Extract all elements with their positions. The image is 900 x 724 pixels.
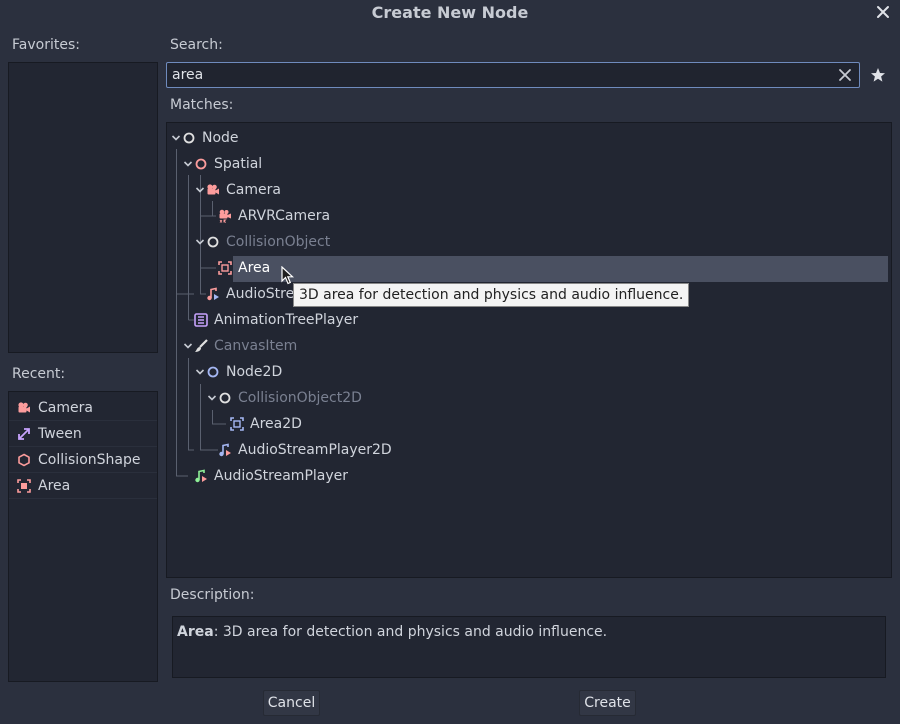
recent-item-label: CollisionShape — [38, 451, 141, 468]
node2d-icon — [207, 366, 219, 378]
recent-item-area[interactable]: Area — [9, 473, 157, 499]
dialog-title: Create New Node — [371, 3, 529, 22]
close-icon — [877, 6, 889, 18]
tree-row-label: AnimationTreePlayer — [214, 312, 359, 328]
recent-label: Recent: — [12, 366, 66, 382]
recent-item-label: Area — [38, 477, 71, 494]
recent-item-camera[interactable]: Camera — [9, 395, 157, 421]
area-icon — [218, 261, 232, 275]
chevron-down-icon[interactable] — [194, 184, 206, 196]
tree-row-canvasitem[interactable]: CanvasItem — [182, 333, 297, 359]
spatial-icon — [195, 158, 207, 170]
search-input[interactable] — [172, 63, 812, 87]
tween-icon — [18, 427, 30, 440]
create-button[interactable]: Create — [579, 690, 636, 716]
camera-icon — [207, 184, 219, 195]
collision-object-icon — [207, 236, 219, 248]
collision-shape-icon — [18, 453, 30, 466]
tree-row-label: AudioStreamPlayer — [214, 468, 349, 484]
canvas-item-icon — [195, 339, 208, 352]
clear-search-icon[interactable] — [837, 67, 853, 83]
area2d-icon — [230, 417, 244, 431]
tree-row-audiostreamplayer[interactable]: AudioStreamPlayer — [194, 463, 348, 489]
favorite-toggle-button[interactable] — [869, 66, 887, 84]
recent-item-label: Tween — [38, 425, 82, 442]
star-icon — [871, 68, 885, 82]
tree-row-spatial[interactable]: Spatial — [182, 151, 262, 177]
selected-row-highlight — [233, 256, 888, 282]
favorites-label: Favorites: — [12, 37, 80, 53]
tree-row-camera[interactable]: Camera — [194, 177, 281, 203]
recent-item-tween[interactable]: Tween — [9, 421, 157, 447]
audio-stream-player-3d-icon — [207, 287, 219, 301]
tree-row-node[interactable]: Node — [170, 125, 239, 151]
tree-row-collisionobject[interactable]: CollisionObject — [194, 229, 330, 255]
tree-row-label: CanvasItem — [214, 338, 298, 354]
node-icon — [183, 132, 195, 144]
description-box: Area: 3D area for detection and physics … — [172, 616, 886, 678]
tree-row-label: Area — [238, 260, 271, 276]
tree-row-label: Camera — [226, 182, 281, 198]
tree-row-label: Node2D — [226, 364, 283, 380]
recent-list[interactable]: Camera Tween CollisionShape Area — [8, 391, 158, 682]
tree-row-audiostreamplayer2d[interactable]: AudioStreamPlayer2D — [218, 437, 392, 463]
area-icon — [17, 478, 31, 493]
description-label: Description: — [170, 587, 255, 603]
chevron-down-icon[interactable] — [170, 132, 182, 144]
tree-row-animationtreeplayer[interactable]: AnimationTreePlayer — [194, 307, 358, 333]
cancel-button[interactable]: Cancel — [263, 690, 320, 716]
tree-row-label: AudioStreamPlayer2D — [238, 442, 392, 458]
collision-object-2d-icon — [219, 392, 231, 404]
tree-row-label: Node — [202, 130, 239, 146]
search-label: Search: — [170, 37, 223, 53]
chevron-down-icon[interactable] — [194, 236, 206, 248]
tree-row-area2d[interactable]: Area2D — [230, 411, 302, 437]
chevron-down-icon[interactable] — [206, 392, 218, 404]
tree-row-label: Spatial — [214, 156, 263, 172]
favorites-list[interactable] — [8, 62, 158, 353]
recent-item-collisionshape[interactable]: CollisionShape — [9, 447, 157, 473]
arvr-camera-icon — [219, 209, 231, 223]
close-button[interactable] — [872, 1, 894, 23]
description-node-name: Area — [177, 624, 214, 640]
chevron-down-icon[interactable] — [194, 366, 206, 378]
chevron-down-icon[interactable] — [182, 340, 194, 352]
tree-row-label: Area2D — [250, 416, 302, 432]
search-field[interactable] — [166, 62, 860, 88]
tree-row-label: ARVRCamera — [238, 208, 331, 224]
tooltip: 3D area for detection and physics and au… — [293, 283, 690, 307]
tree-row-arvrcamera[interactable]: ARVRCamera — [218, 203, 330, 229]
audio-stream-player-2d-icon — [219, 443, 231, 457]
audio-stream-player-icon — [195, 469, 207, 483]
tree-row-label: CollisionObject — [226, 234, 331, 250]
chevron-down-icon[interactable] — [182, 158, 194, 170]
matches-label: Matches: — [170, 97, 234, 113]
tree-row-collisionobject2d[interactable]: CollisionObject2D — [206, 385, 362, 411]
recent-item-label: Camera — [38, 399, 93, 416]
tree-row-node2d[interactable]: Node2D — [194, 359, 282, 385]
tree-row-area[interactable]: Area — [218, 255, 270, 281]
animation-tree-player-icon — [194, 313, 208, 327]
description-text: : 3D area for detection and physics and … — [213, 624, 608, 640]
camera-icon — [18, 401, 30, 412]
tree-row-label: CollisionObject2D — [238, 390, 362, 406]
